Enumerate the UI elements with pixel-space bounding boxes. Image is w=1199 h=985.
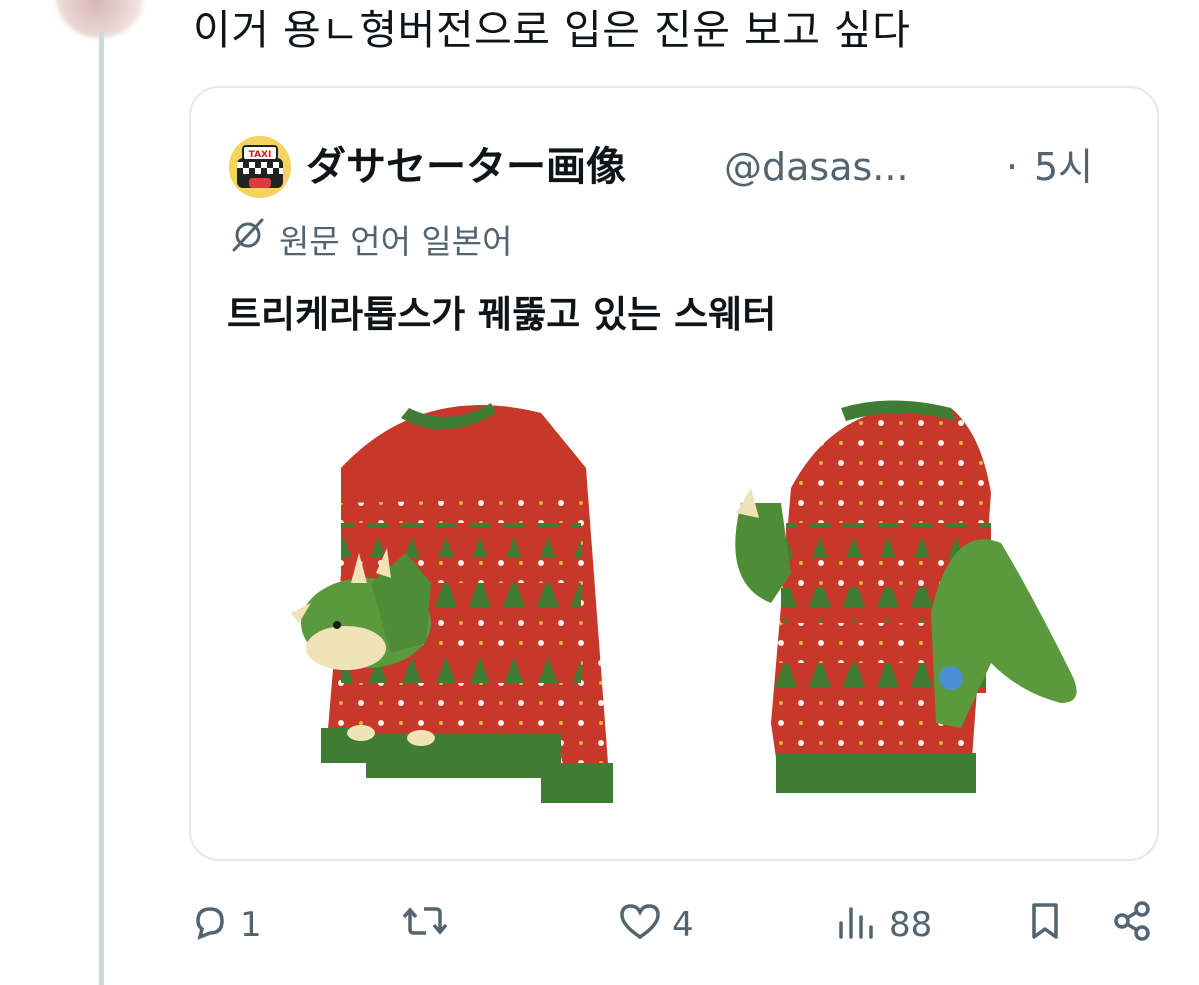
bookmark-icon xyxy=(1025,901,1065,950)
quoted-post-time[interactable]: 5시 xyxy=(1034,136,1093,198)
translate-label: 원문 언어 일본어 xyxy=(279,222,513,261)
translate-icon xyxy=(229,216,267,268)
quoted-post-card[interactable]: TAXI ダサセーター画像 @dasas... · 5시 원문 언어 일본어 트… xyxy=(189,86,1159,861)
quoted-post-text: 트리케라톱스가 꿰뚫고 있는 스웨터 xyxy=(227,293,777,336)
quoted-author-handle[interactable]: @dasas... xyxy=(724,136,909,198)
like-action[interactable]: 4 xyxy=(618,898,694,952)
views-count: 88 xyxy=(889,905,933,945)
sweater-photo xyxy=(291,400,1077,803)
views-icon xyxy=(835,901,879,950)
reply-action[interactable]: 1 xyxy=(190,898,262,952)
views-action[interactable]: 88 xyxy=(835,898,932,952)
like-count: 4 xyxy=(672,905,694,945)
svg-text:TAXI: TAXI xyxy=(249,150,272,160)
bookmark-action[interactable] xyxy=(1025,898,1065,952)
quoted-post-media[interactable] xyxy=(191,373,1157,853)
reply-text: 이거 용ㄴ형버전으로 입은 진운 보고 싶다 xyxy=(193,6,911,54)
translate-row[interactable]: 원문 언어 일본어 xyxy=(229,216,513,268)
separator-dot: · xyxy=(1006,145,1019,189)
tweet-detail: 이거 용ㄴ형버전으로 입은 진운 보고 싶다 TAXI ダサセーター画像 @da… xyxy=(0,0,1199,985)
share-action[interactable] xyxy=(1110,898,1154,952)
repost-icon xyxy=(400,901,450,950)
action-bar: 1 4 88 xyxy=(0,880,1199,970)
quoted-author-avatar[interactable]: TAXI xyxy=(229,136,291,198)
heart-icon xyxy=(618,901,662,950)
reply-count: 1 xyxy=(240,905,262,945)
quoted-author-name[interactable]: ダサセーター画像 xyxy=(306,136,626,198)
share-icon xyxy=(1110,899,1154,952)
thread-line xyxy=(99,30,104,985)
reply-icon xyxy=(190,901,230,950)
repost-action[interactable] xyxy=(400,898,460,952)
